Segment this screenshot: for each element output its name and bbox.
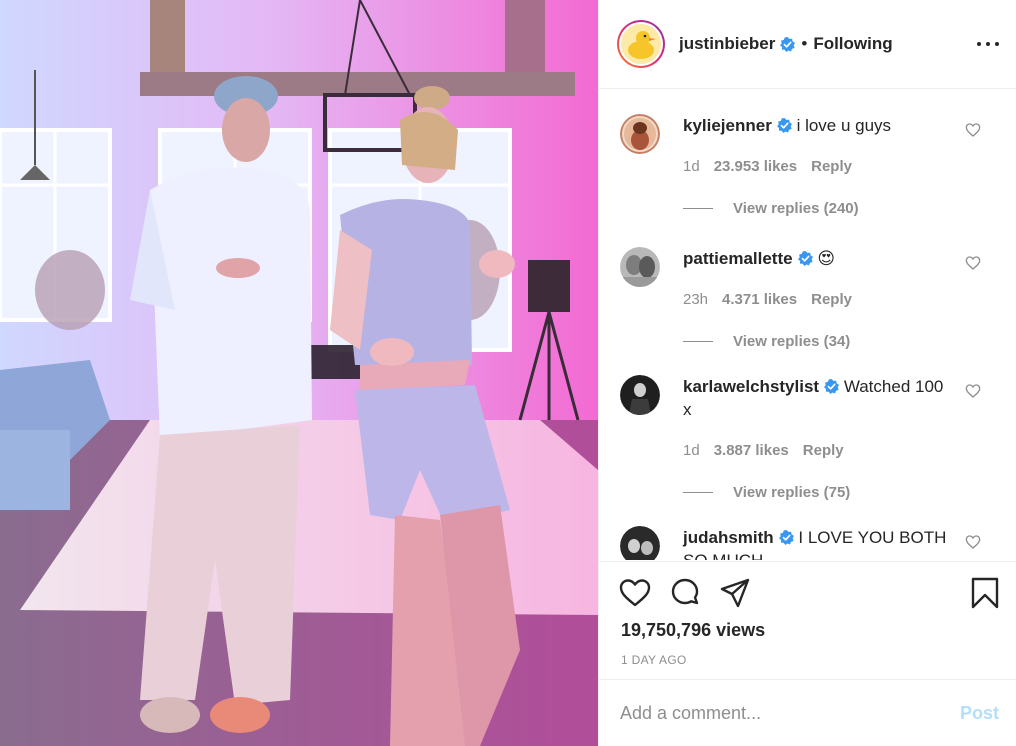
comment-input[interactable] <box>620 702 940 724</box>
replies-divider <box>683 208 713 209</box>
reply-button[interactable]: Reply <box>811 158 852 175</box>
post-actions: 19,750,796 views 1 DAY AGO <box>599 561 1016 679</box>
comment-meta: 1d 3.887 likes Reply <box>683 442 844 459</box>
heart-icon[interactable] <box>619 577 651 609</box>
comment-meta: 23h 4.371 likes Reply <box>683 291 852 308</box>
post-sidebar: justinbieber • Following kyliejenner i l… <box>598 0 1016 746</box>
comment-text: 😍 <box>817 249 836 268</box>
commenter-avatar[interactable] <box>620 375 660 415</box>
post-comment-button[interactable]: Post <box>960 703 999 724</box>
view-replies-button[interactable]: View replies (34) <box>683 333 850 350</box>
author-username[interactable]: justinbieber <box>679 34 775 54</box>
author-avatar[interactable] <box>617 20 665 68</box>
rubber-duck-avatar-image <box>621 24 661 64</box>
comments-list[interactable]: kyliejenner i love u guys 1d 23.953 like… <box>599 90 1016 560</box>
comment-heart-icon[interactable] <box>965 122 981 138</box>
verified-badge-icon <box>824 379 840 394</box>
comment-username[interactable]: pattiemallette <box>683 249 793 268</box>
post-video[interactable] <box>0 0 598 746</box>
comment-time: 1d <box>683 158 700 175</box>
comment-time: 23h <box>683 291 709 308</box>
comment-username[interactable]: judahsmith <box>683 528 774 547</box>
view-replies-button[interactable]: View replies (75) <box>683 484 850 501</box>
share-icon[interactable] <box>719 577 751 609</box>
reply-button[interactable]: Reply <box>811 291 852 308</box>
verified-badge-icon <box>776 118 792 133</box>
verified-badge-icon <box>778 530 794 545</box>
comment-heart-icon[interactable] <box>965 383 981 399</box>
reply-button[interactable]: Reply <box>803 442 844 459</box>
comment-heart-icon[interactable] <box>965 255 981 271</box>
header-separator: • <box>801 34 808 53</box>
view-replies-button[interactable]: View replies (240) <box>683 200 859 217</box>
commenter-avatar[interactable] <box>620 114 660 154</box>
following-button[interactable]: Following <box>813 34 892 54</box>
verified-badge-icon <box>797 251 813 266</box>
comment-likes[interactable]: 23.953 likes <box>714 158 797 175</box>
comment-likes[interactable]: 3.887 likes <box>714 442 789 459</box>
video-frame <box>0 0 598 746</box>
more-options-icon[interactable] <box>977 34 999 54</box>
comment-likes[interactable]: 4.371 likes <box>722 291 797 308</box>
comment-meta: 1d 23.953 likes Reply <box>683 158 852 175</box>
comment-time: 1d <box>683 442 700 459</box>
comment-text: i love u guys <box>796 116 892 135</box>
replies-divider <box>683 341 713 342</box>
bookmark-icon[interactable] <box>969 577 1001 609</box>
comment-form: Post <box>599 679 1016 746</box>
post-timestamp[interactable]: 1 DAY AGO <box>621 653 687 667</box>
duck-icon <box>621 24 661 64</box>
verified-badge-icon <box>780 36 796 52</box>
post-header: justinbieber • Following <box>599 0 1016 89</box>
commenter-avatar[interactable] <box>620 526 660 560</box>
replies-divider <box>683 492 713 493</box>
view-count[interactable]: 19,750,796 views <box>621 620 765 641</box>
comment-username[interactable]: kyliejenner <box>683 116 772 135</box>
comment-username[interactable]: karlawelchstylist <box>683 377 819 396</box>
comment-heart-icon[interactable] <box>965 534 981 550</box>
comment-icon[interactable] <box>669 577 701 609</box>
commenter-avatar[interactable] <box>620 247 660 287</box>
